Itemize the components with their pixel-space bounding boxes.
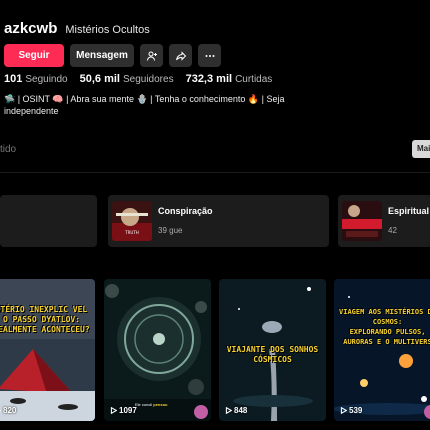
- likes-stat: 732,3 mil Curtidas: [185, 73, 273, 85]
- share-icon: [175, 50, 186, 61]
- playlist-card-espiritual[interactable]: Espiritual 42: [338, 195, 430, 247]
- follow-button[interactable]: Seguir: [4, 44, 64, 67]
- add-friend-button[interactable]: [140, 44, 163, 67]
- playlist-thumbnail: TRUTH: [112, 201, 152, 241]
- play-icon: [0, 409, 1, 412]
- video-title: STÉRIO INEXPLIC VEL O PASSO DYATLOV: REA…: [0, 305, 90, 334]
- playlist-thumbnail: [342, 201, 382, 241]
- profile-bio: 🛸 | OSINT 🧠 | Abra sua mente 🪬 | Tenha o…: [4, 94, 285, 116]
- video-card[interactable]: VIAGEM AOS MISTÉRIOS DO COSMOS: EXPLORAN…: [334, 279, 430, 421]
- video-card[interactable]: VIAJANTE DOS SONHOS CÓSMICOS 848: [219, 279, 326, 421]
- playlist-title: Espiritual: [388, 206, 430, 216]
- play-icon: [225, 407, 232, 414]
- view-count: 848: [225, 406, 247, 415]
- more-options-button[interactable]: [198, 44, 221, 67]
- view-count: 1097: [110, 406, 137, 415]
- play-icon: [110, 407, 117, 414]
- playlist-card-conspiracao[interactable]: TRUTH Conspiração 39 gue: [108, 195, 329, 247]
- message-button[interactable]: Mensagem: [70, 44, 134, 67]
- play-icon: [340, 407, 347, 414]
- creator-avatar: [194, 405, 208, 419]
- playlist-count: 39 gue: [158, 226, 183, 235]
- display-name: Mistérios Ocultos: [65, 24, 150, 36]
- video-thumbnail: [0, 279, 95, 421]
- profile-header: azkcwb Mistérios Ocultos: [4, 20, 150, 37]
- svg-text:TRUTH: TRUTH: [124, 230, 139, 235]
- caption-tag: Ele concil pensou: [135, 402, 168, 407]
- profile-stats: 101 Seguindo 50,6 mil Seguidores 732,3 mil…: [4, 73, 272, 85]
- view-count: 820: [0, 406, 16, 415]
- playlist-title: Conspiração: [158, 206, 213, 216]
- username: azkcwb: [4, 20, 58, 37]
- followers-stat[interactable]: 50,6 mil Seguidores: [80, 73, 174, 85]
- following-stat[interactable]: 101 Seguindo: [4, 73, 68, 85]
- video-title: VIAJANTE DOS SONHOS CÓSMICOS: [226, 345, 319, 364]
- playlist-count: 42: [388, 226, 397, 235]
- profile-actions: Seguir Mensagem: [4, 44, 221, 67]
- video-card[interactable]: Ele concil pensou 1097: [104, 279, 211, 421]
- video-title: VIAGEM AOS MISTÉRIOS DO COSMOS: EXPLORAN…: [339, 308, 430, 346]
- video-thumbnail: [104, 279, 211, 421]
- video-thumbnail: [334, 279, 430, 421]
- add-user-icon: [146, 51, 157, 61]
- playlist-card[interactable]: [0, 195, 97, 247]
- more-dots-icon: [205, 54, 214, 57]
- divider: [0, 172, 430, 173]
- more-button[interactable]: Mai: [412, 140, 430, 158]
- share-button[interactable]: [169, 44, 192, 67]
- search-placeholder[interactable]: tido: [0, 144, 16, 155]
- view-count: 539: [340, 406, 362, 415]
- video-card[interactable]: STÉRIO INEXPLIC VEL O PASSO DYATLOV: REA…: [0, 279, 95, 421]
